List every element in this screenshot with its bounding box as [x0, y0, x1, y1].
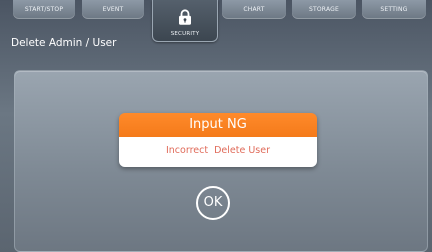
tab-label: EVENT — [102, 6, 124, 13]
dialog-title: Input NG — [119, 113, 317, 137]
top-navigation: START/STOP EVENT SECURITY CHART STORAGE … — [0, 0, 432, 42]
tab-setting[interactable]: SETTING — [362, 0, 426, 19]
ok-button[interactable]: OK — [196, 186, 230, 220]
page-title: Delete Admin / User — [11, 37, 117, 49]
tab-security[interactable]: SECURITY — [152, 0, 218, 42]
tab-start-stop[interactable]: START/STOP — [13, 0, 75, 19]
lock-icon — [178, 9, 192, 25]
tab-storage[interactable]: STORAGE — [292, 0, 356, 19]
tab-label: START/STOP — [24, 6, 64, 13]
tab-label: STORAGE — [309, 6, 339, 13]
tab-chart[interactable]: CHART — [222, 0, 286, 19]
tab-label: SECURITY — [170, 31, 200, 37]
tab-event[interactable]: EVENT — [82, 0, 144, 19]
tab-label: CHART — [243, 6, 265, 13]
dialog-message: Incorrect Delete User — [119, 137, 317, 167]
tab-label: SETTING — [380, 6, 408, 13]
error-dialog: Input NG Incorrect Delete User — [119, 113, 317, 167]
